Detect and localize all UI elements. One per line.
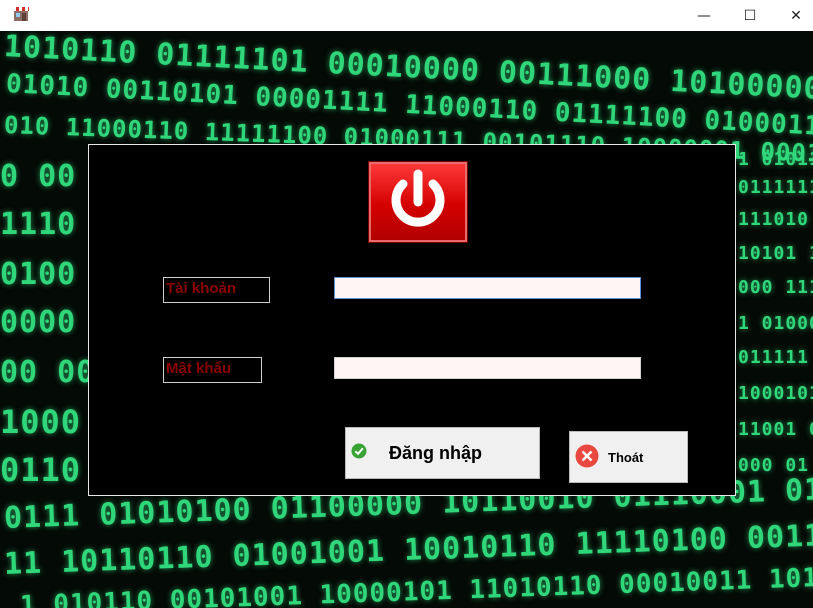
exit-button[interactable]: Thoát [569,431,688,483]
binary-fragment: 000 111 [738,277,813,298]
username-input[interactable] [334,277,641,299]
binary-fragment: 111010 [738,209,810,230]
binary-fragment: 1 01011 [738,149,813,170]
login-button[interactable]: Đăng nhập [345,427,540,479]
binary-line: 0100 [0,257,77,292]
username-label: Tài khoản [163,277,270,303]
binary-line: 0 00 [0,159,77,194]
power-icon [368,161,468,243]
binary-fragment: 1 01000 [738,313,813,334]
password-input[interactable] [334,357,641,379]
login-dialog: Tài khoản Mật khẩu Đăng nhập Thoát [88,144,736,496]
login-button-label: Đăng nhập [389,442,482,463]
binary-fragment: 000 01 [738,455,810,476]
maximize-button[interactable]: ☐ [727,0,773,31]
binary-line: 0000 [0,305,77,340]
binary-line: 0110 [0,451,82,489]
close-button[interactable]: ✕ [773,0,813,31]
exit-button-label: Thoát [608,449,644,465]
binary-fragment: 011111 [738,347,810,368]
minimize-button[interactable]: — [681,0,727,31]
binary-fragment: 0111111 [738,177,813,198]
binary-fragment: 10101 11 [738,243,813,264]
title-bar: — ☐ ✕ [0,0,813,31]
check-circle-icon [351,443,367,464]
binary-fragment: 11001 0 [738,419,813,440]
x-circle-icon [575,444,599,471]
binary-line: 1110 [0,207,77,242]
binary-line: 00 00 [0,355,96,390]
binary-line: 1000 [0,403,82,441]
shop-icon [12,6,30,22]
binary-fragment: 1000101 [738,383,813,404]
password-label: Mật khẩu [163,357,262,383]
